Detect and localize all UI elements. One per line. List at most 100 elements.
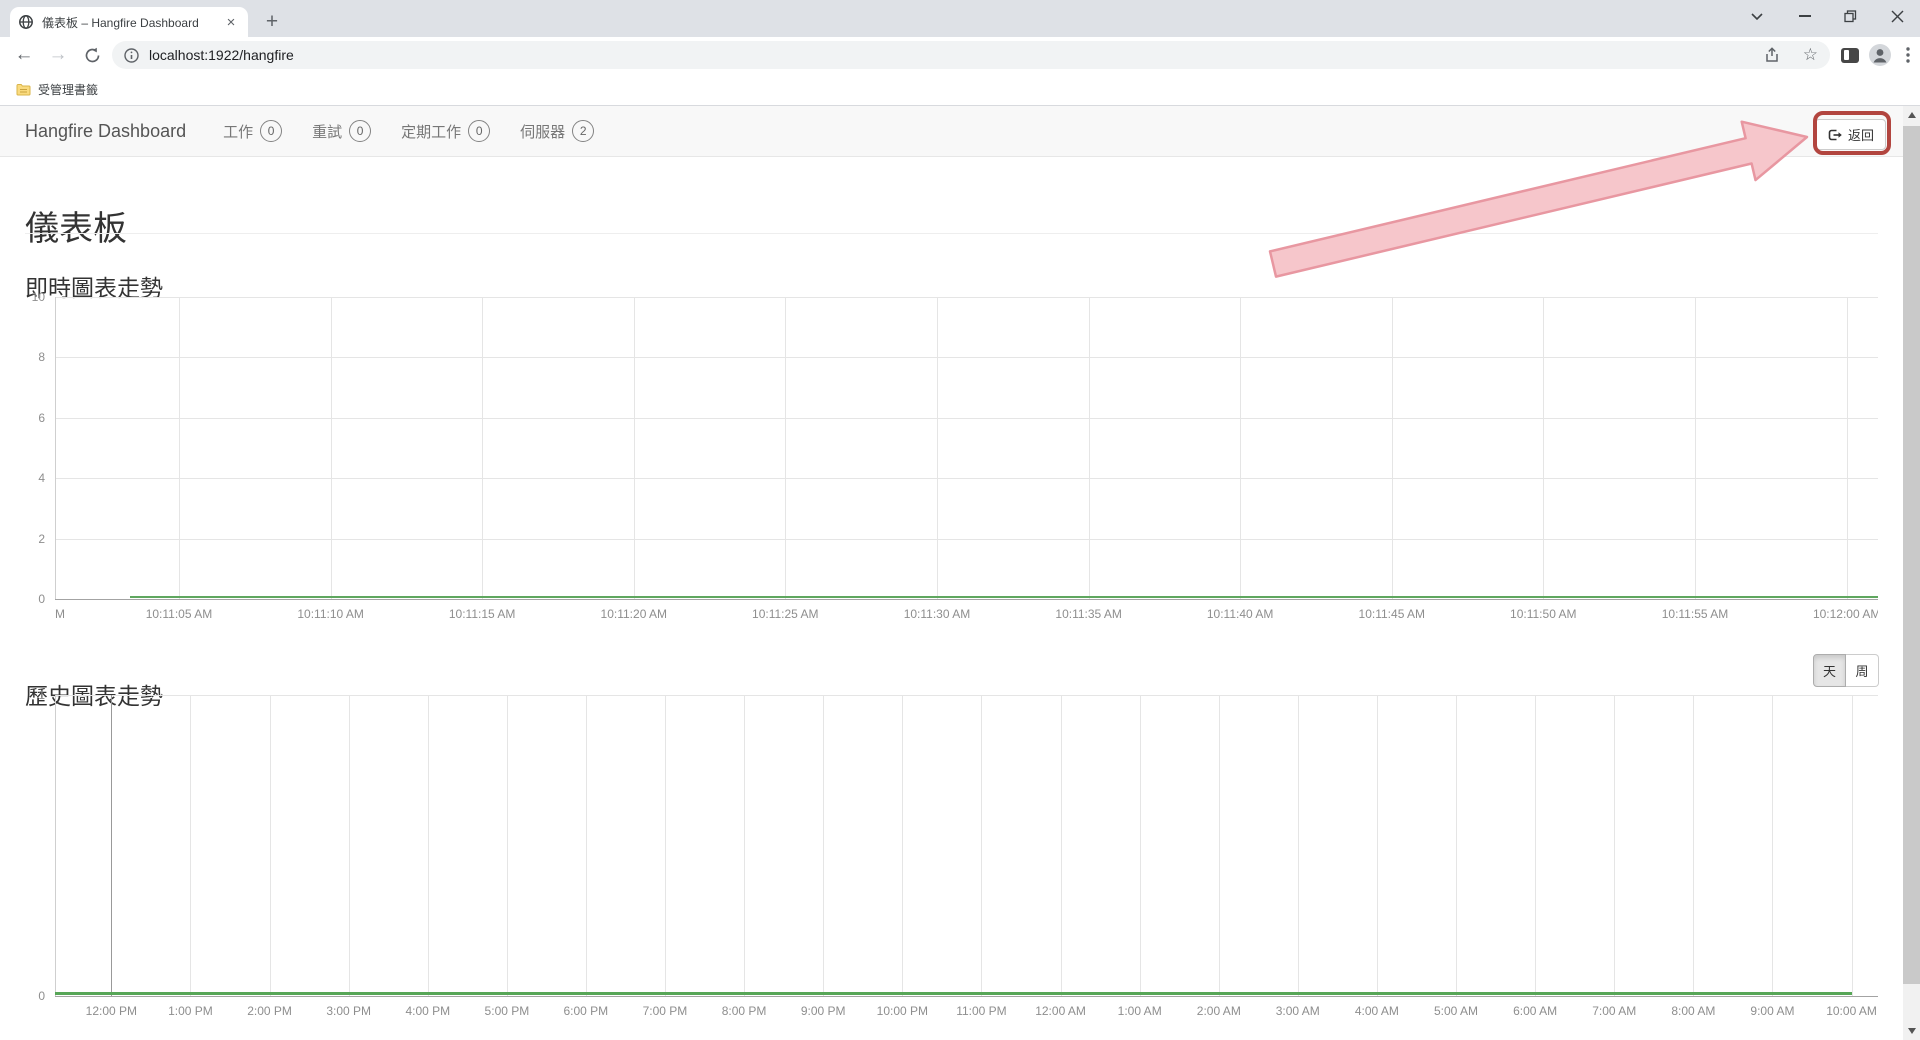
new-tab-button[interactable]: + <box>258 8 286 36</box>
grid-vline <box>785 297 786 599</box>
x-tick-label: 4:00 AM <box>1355 1004 1399 1018</box>
grid-vline <box>1695 297 1696 599</box>
grid-vline <box>634 297 635 599</box>
tab-search-chevron-icon[interactable] <box>1737 0 1777 32</box>
nav-item-jobs[interactable]: 工作 0 <box>208 106 297 156</box>
nav-item-label: 工作 <box>223 121 253 142</box>
grid-vline <box>1140 695 1141 996</box>
nav-item-servers[interactable]: 伺服器 2 <box>505 106 609 156</box>
toggle-week-button[interactable]: 周 <box>1846 654 1879 687</box>
address-bar[interactable]: localhost:1922/hangfire ☆ <box>112 41 1830 69</box>
hangfire-page: Hangfire Dashboard 工作 0 重試 0 定期工作 0 伺服器 … <box>0 106 1903 1040</box>
x-tick-label: 10:11:20 AM <box>601 607 668 621</box>
grid-vline <box>1693 695 1694 996</box>
plot-left-border <box>55 297 56 599</box>
toggle-day-button[interactable]: 天 <box>1813 654 1846 687</box>
x-tick-label: 5:00 AM <box>1434 1004 1478 1018</box>
managed-bookmarks-item[interactable]: 受管理書籤 <box>16 81 98 98</box>
back-to-site-button[interactable]: 返回 <box>1815 119 1886 150</box>
share-icon[interactable] <box>1763 46 1781 64</box>
succeeded-series-line <box>130 596 1878 598</box>
bookmark-star-icon[interactable]: ☆ <box>1803 45 1818 65</box>
grid-vline <box>1543 297 1544 599</box>
page-scrollbar[interactable] <box>1903 106 1920 1040</box>
x-tick-label: 2:00 PM <box>247 1004 292 1018</box>
x-tick-label: 10:11:30 AM <box>904 607 971 621</box>
brand-link[interactable]: Hangfire Dashboard <box>25 121 186 142</box>
grid-vline <box>1772 695 1773 996</box>
x-tick-label: 9:00 PM <box>801 1004 846 1018</box>
x-tick-label: 6:00 PM <box>563 1004 608 1018</box>
tab-title: 儀表板 – Hangfire Dashboard <box>42 14 214 31</box>
x-tick-label: 11:00 PM <box>956 1004 1006 1018</box>
grid-vline <box>270 695 271 996</box>
grid-vline <box>586 695 587 996</box>
grid-vline <box>482 297 483 599</box>
grid-vline <box>981 695 982 996</box>
x-tick-label: 4:00 PM <box>405 1004 450 1018</box>
grid-vline <box>823 695 824 996</box>
browser-toolbar: ← → localhost:1922/hangfire ☆ <box>0 37 1920 73</box>
grid-vline <box>1852 695 1853 996</box>
x-tick-label: 3:00 PM <box>326 1004 371 1018</box>
profile-avatar[interactable] <box>1866 41 1894 69</box>
reload-icon[interactable] <box>78 41 106 69</box>
back-button-label: 返回 <box>1848 125 1874 144</box>
scrollbar-thumb[interactable] <box>1903 126 1920 984</box>
succeeded-series-line <box>55 992 1852 995</box>
x-tick-label: 10:12:00 AM <box>1813 607 1878 621</box>
sign-out-icon <box>1827 128 1842 142</box>
back-icon[interactable]: ← <box>10 41 38 69</box>
x-tick-label: 7:00 PM <box>643 1004 688 1018</box>
page-title: 儀表板 <box>25 201 127 250</box>
nav-item-recurring[interactable]: 定期工作 0 <box>386 106 505 156</box>
grid-hline <box>55 478 1878 479</box>
browser-tab[interactable]: 儀表板 – Hangfire Dashboard × <box>10 7 248 37</box>
forward-icon[interactable]: → <box>44 41 72 69</box>
grid-vline <box>428 695 429 996</box>
nav-item-label: 伺服器 <box>520 121 565 142</box>
grid-vline <box>1456 695 1457 996</box>
nav-item-retries[interactable]: 重試 0 <box>297 106 386 156</box>
browser-menu-dots-icon[interactable] <box>1894 41 1920 69</box>
scroll-down-icon[interactable] <box>1903 1022 1920 1040</box>
window-close-button[interactable] <box>1877 0 1917 32</box>
side-panel-icon[interactable] <box>1836 41 1864 69</box>
tab-close-icon[interactable]: × <box>222 14 240 31</box>
x-tick-label: 8:00 AM <box>1671 1004 1715 1018</box>
nav-item-label: 定期工作 <box>401 121 461 142</box>
x-tick-label: 8:00 PM <box>722 1004 767 1018</box>
plot-left-border <box>55 695 56 996</box>
window-restore-button[interactable] <box>1830 0 1870 32</box>
x-tick-label: 9:00 AM <box>1750 1004 1794 1018</box>
grid-vline <box>1535 695 1536 996</box>
grid-vline <box>1219 695 1220 996</box>
grid-hline <box>55 418 1878 419</box>
x-axis-labels: M10:11:05 AM10:11:10 AM10:11:15 AM10:11:… <box>55 599 1878 627</box>
x-tick-label: 5:00 PM <box>485 1004 530 1018</box>
grid-vline <box>190 695 191 996</box>
window-minimize-button[interactable] <box>1785 0 1825 32</box>
history-period-toggle: 天 周 <box>1813 654 1879 687</box>
grid-vline <box>111 695 112 996</box>
x-tick-label: 1:00 PM <box>168 1004 213 1018</box>
scroll-up-icon[interactable] <box>1903 106 1920 124</box>
y-tick-label: 0 <box>38 989 45 1003</box>
retries-count-badge: 0 <box>349 120 371 142</box>
hangfire-navbar: Hangfire Dashboard 工作 0 重試 0 定期工作 0 伺服器 … <box>0 106 1903 157</box>
x-tick-label: 1:00 AM <box>1118 1004 1162 1018</box>
grid-vline <box>1847 297 1848 599</box>
y-tick-label: 0 <box>38 592 45 606</box>
x-tick-label: 10:11:45 AM <box>1359 607 1426 621</box>
x-tick-label: 10:11:25 AM <box>752 607 819 621</box>
grid-vline <box>1392 297 1393 599</box>
folder-icon <box>16 83 31 96</box>
grid-vline <box>1061 695 1062 996</box>
grid-vline <box>665 695 666 996</box>
site-info-icon[interactable] <box>124 48 139 63</box>
x-tick-label: 10:11:35 AM <box>1055 607 1122 621</box>
grid-vline <box>1377 695 1378 996</box>
x-tick-label: 12:00 AM <box>1035 1004 1086 1018</box>
grid-hline <box>55 695 1878 696</box>
y-tick-label: 1 <box>38 688 45 702</box>
